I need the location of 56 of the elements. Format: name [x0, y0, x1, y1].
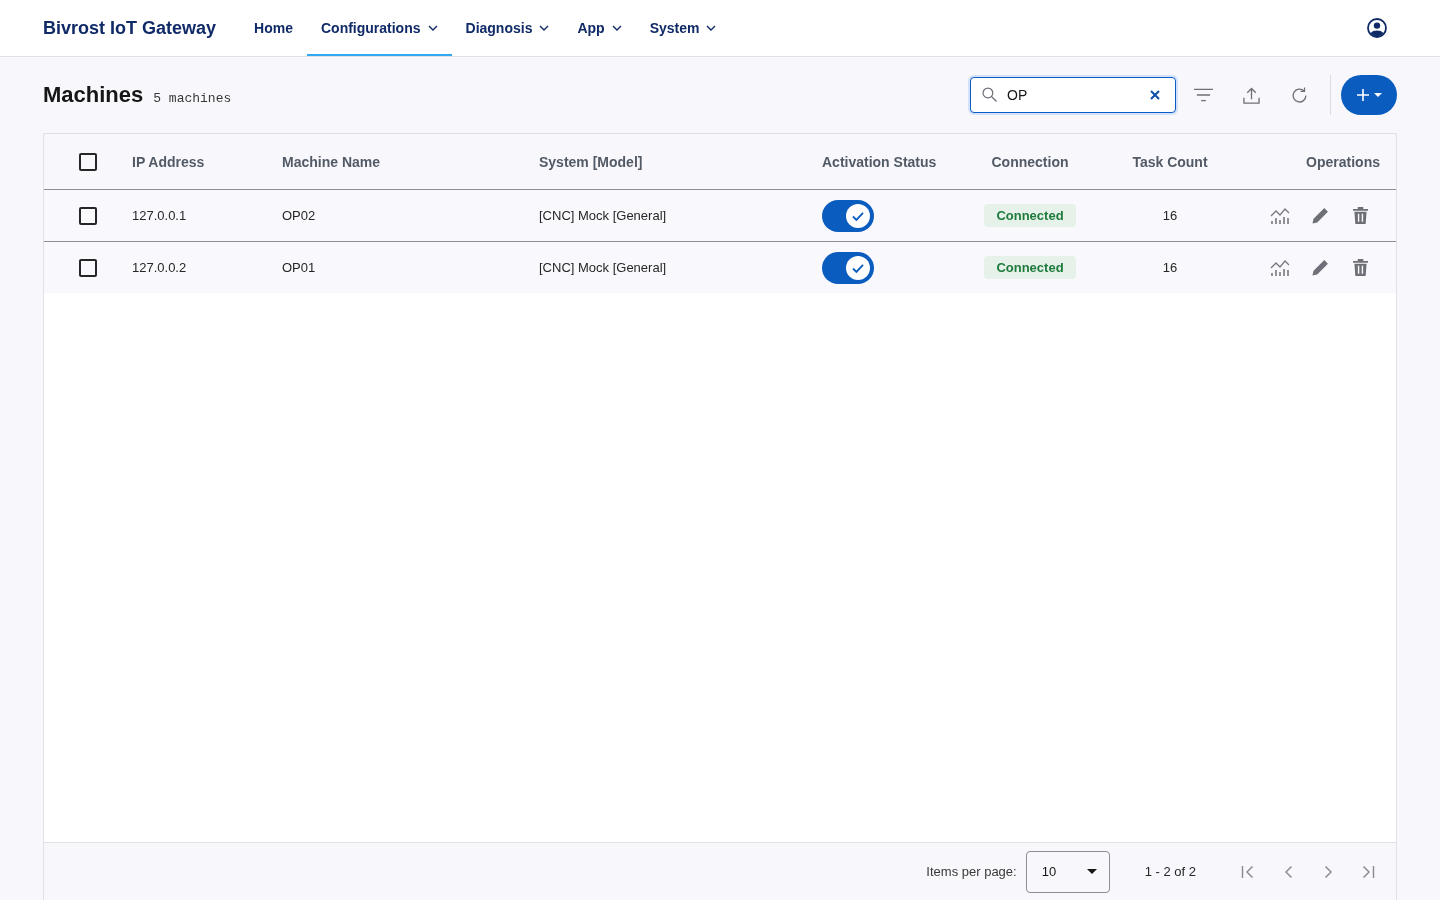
table-cell: 16 — [1162, 208, 1178, 223]
table-cell: OP01 — [282, 260, 316, 275]
table-cell: [CNC] Mock [General] — [539, 260, 667, 275]
table-cell: [CNC] Mock [General] — [539, 208, 667, 223]
chart-icon[interactable] — [1270, 207, 1290, 224]
nav-tab[interactable]: System — [635, 0, 731, 56]
table-cell: 16 — [1162, 260, 1178, 275]
chevron-left-icon[interactable] — [1283, 864, 1293, 879]
column-header: Operations — [1306, 153, 1380, 170]
page-size-select[interactable]: 10 — [1025, 850, 1110, 893]
toggle-switch[interactable] — [822, 199, 874, 232]
plus-icon — [1356, 89, 1369, 101]
check-icon — [846, 255, 870, 280]
user-avatar-icon[interactable] — [1367, 18, 1387, 38]
status-tag: Connected — [984, 256, 1076, 279]
refresh-icon[interactable] — [1290, 86, 1308, 104]
checkbox[interactable] — [79, 258, 97, 277]
last-page-icon[interactable] — [1361, 864, 1375, 879]
trash-icon[interactable] — [1352, 207, 1368, 224]
nav-tab[interactable]: Diagnosis — [451, 0, 564, 56]
nav-tab[interactable]: Configurations — [306, 0, 452, 56]
edit-icon[interactable] — [1310, 206, 1330, 225]
add-button[interactable] — [1341, 75, 1397, 115]
chart-icon[interactable] — [1270, 259, 1290, 276]
table-cell: 127.0.0.1 — [132, 208, 187, 223]
caret-icon — [1086, 869, 1097, 874]
machine-count: 5 machines — [153, 90, 232, 106]
table-cell: OP02 — [282, 208, 316, 223]
items-per-page-label: Items per page: — [926, 864, 1017, 879]
toggle-switch[interactable] — [822, 251, 874, 284]
column-header: System [Model] — [539, 153, 643, 170]
caret-icon — [1373, 93, 1382, 97]
column-header: Machine Name — [282, 153, 381, 170]
status-tag: Connected — [984, 204, 1076, 227]
column-header: IP Address — [132, 153, 205, 170]
search-field[interactable]: OP — [970, 77, 1176, 113]
filter-icon[interactable] — [1193, 88, 1213, 102]
close-icon[interactable] — [1150, 90, 1160, 100]
search-icon — [982, 87, 997, 102]
nav-tab[interactable]: App — [563, 0, 636, 56]
checkbox[interactable] — [79, 152, 97, 171]
check-icon — [846, 203, 870, 228]
table-cell: 127.0.0.2 — [132, 260, 187, 275]
edit-icon[interactable] — [1310, 258, 1330, 277]
column-header: Connection — [991, 153, 1069, 170]
nav-tab[interactable]: Home — [240, 0, 307, 56]
column-header: Activation Status — [822, 153, 937, 170]
trash-icon[interactable] — [1352, 259, 1368, 276]
column-header: Task Count — [1132, 153, 1208, 170]
checkbox[interactable] — [79, 206, 97, 225]
upload-icon[interactable] — [1242, 86, 1260, 104]
page-title: Machines — [43, 82, 144, 108]
page-range: 1 - 2 of 2 — [1144, 864, 1196, 879]
first-page-icon[interactable] — [1241, 864, 1255, 879]
app-title: Bivrost IoT Gateway — [43, 17, 217, 39]
chevron-right-icon[interactable] — [1323, 864, 1333, 879]
